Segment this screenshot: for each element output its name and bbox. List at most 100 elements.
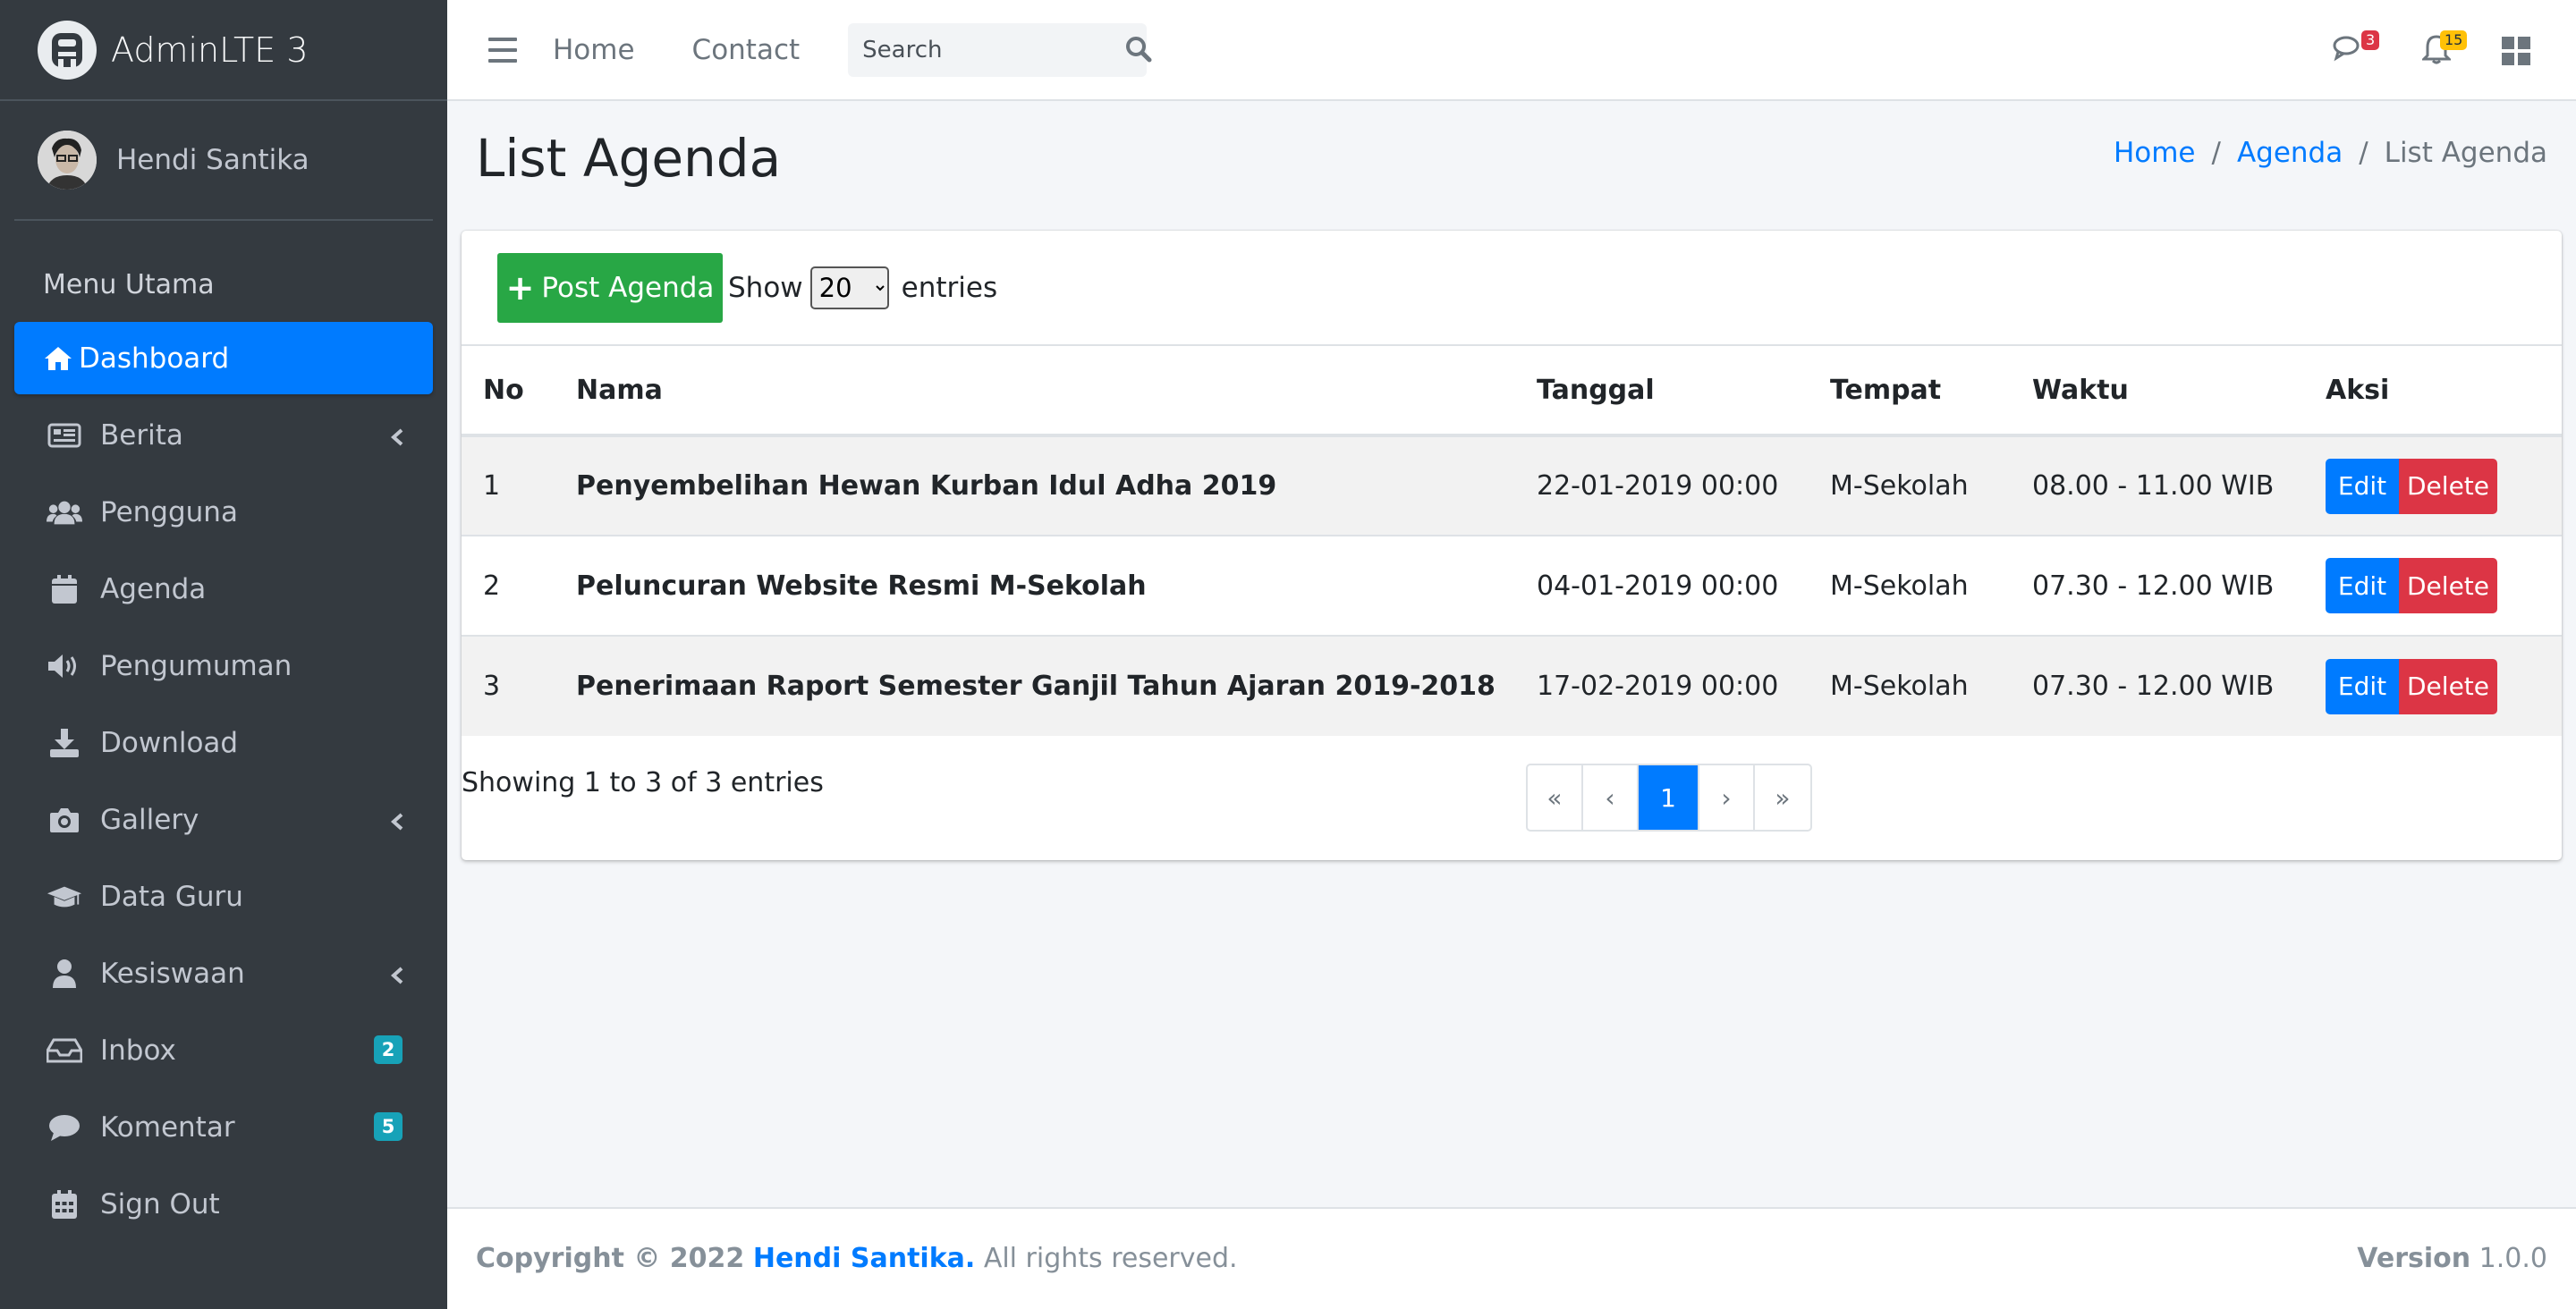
sidebar-item-label: Sign Out bbox=[100, 1187, 220, 1220]
edit-button[interactable]: Edit bbox=[2326, 658, 2399, 714]
sidebar-item-sign-out[interactable]: Sign Out bbox=[14, 1168, 433, 1240]
home-icon bbox=[43, 341, 73, 376]
sidebar-item-kesiswaan[interactable]: Kesiswaan bbox=[14, 937, 433, 1009]
users-icon bbox=[47, 494, 82, 530]
inbox-count-badge: 2 bbox=[374, 1035, 402, 1064]
notifications-badge: 15 bbox=[2440, 30, 2468, 50]
card-header: +Post Agenda Show 10 20 50 100 entries bbox=[462, 231, 2562, 346]
cell-tanggal: 22-01-2019 00:00 bbox=[1537, 470, 1779, 502]
column-header-tempat[interactable]: Tempat bbox=[1809, 346, 2011, 435]
camera-icon bbox=[47, 802, 82, 838]
inbox-icon bbox=[47, 1033, 82, 1068]
page-prev-button[interactable]: ‹ bbox=[1583, 765, 1639, 830]
chevron-left-icon bbox=[390, 422, 404, 454]
sidebar-item-label: Pengumuman bbox=[100, 649, 292, 682]
rights-text: All rights reserved. bbox=[983, 1243, 1238, 1274]
page-first-button[interactable]: « bbox=[1528, 765, 1583, 830]
user-panel[interactable]: Hendi Santika bbox=[14, 101, 433, 221]
delete-button[interactable]: Delete bbox=[2399, 658, 2497, 714]
delete-button[interactable]: Delete bbox=[2399, 558, 2497, 613]
show-label: Show bbox=[728, 271, 803, 304]
apps-grid-icon[interactable] bbox=[2501, 36, 2531, 72]
search-form bbox=[848, 22, 1152, 77]
entries-label: entries bbox=[901, 271, 998, 304]
sidebar-item-inbox[interactable]: Inbox 2 bbox=[14, 1014, 433, 1086]
cell-waktu: 08.00 - 11.00 WIB bbox=[2032, 470, 2275, 502]
cell-tempat: M-Sekolah bbox=[1830, 570, 1969, 602]
author-link[interactable]: Hendi Santika. bbox=[753, 1243, 975, 1274]
chevron-left-icon bbox=[390, 807, 404, 839]
cell-tempat: M-Sekolah bbox=[1830, 671, 1969, 702]
breadcrumb: Home / Agenda / List Agenda bbox=[2114, 137, 2547, 169]
download-icon bbox=[47, 725, 82, 761]
breadcrumb-agenda[interactable]: Agenda bbox=[2237, 137, 2343, 169]
nav-link-home[interactable]: Home bbox=[553, 34, 635, 66]
nav-link-contact[interactable]: Contact bbox=[692, 34, 801, 66]
table-info: Showing 1 to 3 of 3 entries bbox=[462, 767, 824, 798]
cell-waktu: 07.30 - 12.00 WIB bbox=[2032, 671, 2275, 702]
sidebar-item-berita[interactable]: Berita bbox=[14, 399, 433, 471]
column-header-tanggal[interactable]: Tanggal bbox=[1515, 346, 1809, 435]
cell-nama: Peluncuran Website Resmi M-Sekolah bbox=[576, 570, 1147, 602]
cell-no: 3 bbox=[483, 671, 501, 702]
column-header-waktu[interactable]: Waktu bbox=[2011, 346, 2304, 435]
cell-aksi: Edit Delete bbox=[2304, 636, 2562, 736]
cell-aksi: Edit Delete bbox=[2304, 536, 2562, 636]
version-info: Version 1.0.0 bbox=[2357, 1243, 2547, 1274]
sidebar-item-label: Gallery bbox=[100, 803, 199, 836]
sidebar-item-label: Pengguna bbox=[100, 495, 238, 528]
user-icon bbox=[47, 956, 82, 992]
sidebar-item-pengumuman[interactable]: Pengumuman bbox=[14, 629, 433, 702]
sidebar-item-label: Berita bbox=[100, 418, 183, 452]
sidebar-item-label: Agenda bbox=[100, 572, 207, 605]
sidebar-item-label: Download bbox=[100, 726, 239, 759]
page-number-button[interactable]: 1 bbox=[1639, 765, 1699, 830]
sidebar-item-data-guru[interactable]: Data Guru bbox=[14, 860, 433, 933]
sidebar-item-download[interactable]: Download bbox=[14, 706, 433, 779]
sidebar-item-label: Kesiswaan bbox=[100, 957, 245, 990]
sidebar-item-dashboard[interactable]: Dashboard bbox=[14, 322, 433, 394]
chevron-left-icon bbox=[390, 960, 404, 992]
sidebar-item-gallery[interactable]: Gallery bbox=[14, 783, 433, 856]
column-header-nama[interactable]: Nama bbox=[555, 346, 1515, 435]
brand-link[interactable]: AdminLTE 3 bbox=[0, 0, 447, 101]
page-next-button[interactable]: › bbox=[1699, 765, 1755, 830]
page-length-select[interactable]: 10 20 50 100 bbox=[809, 266, 889, 309]
edit-button[interactable]: Edit bbox=[2326, 558, 2399, 613]
post-agenda-button[interactable]: + Post Agenda bbox=[497, 252, 723, 323]
version-number: 1.0.0 bbox=[2479, 1243, 2547, 1274]
post-agenda-label: Post Agenda bbox=[541, 271, 715, 304]
search-input[interactable] bbox=[862, 36, 1096, 63]
volume-icon bbox=[47, 648, 82, 684]
table-row: 3 Penerimaan Raport Semester Ganjil Tahu… bbox=[462, 636, 2562, 736]
column-header-no[interactable]: No bbox=[462, 346, 555, 435]
breadcrumb-home[interactable]: Home bbox=[2114, 137, 2196, 169]
search-icon[interactable] bbox=[1125, 36, 1152, 69]
sidebar-item-komentar[interactable]: Komentar 5 bbox=[14, 1091, 433, 1163]
cell-tempat: M-Sekolah bbox=[1830, 470, 1969, 502]
sidebar-item-label: Data Guru bbox=[100, 880, 243, 913]
plus-icon: + bbox=[505, 267, 535, 308]
page-title: List Agenda bbox=[476, 128, 782, 189]
sidebar-item-agenda[interactable]: Agenda bbox=[14, 553, 433, 625]
cell-nama: Penerimaan Raport Semester Ganjil Tahun … bbox=[576, 671, 1496, 702]
calendar-grid-icon bbox=[47, 1187, 82, 1222]
cell-tanggal: 17-02-2019 00:00 bbox=[1537, 671, 1779, 702]
edit-button[interactable]: Edit bbox=[2326, 458, 2399, 514]
page-last-button[interactable]: » bbox=[1755, 765, 1810, 830]
cell-aksi: Edit Delete bbox=[2304, 435, 2562, 536]
brand-logo-icon bbox=[38, 20, 97, 80]
graduation-cap-icon bbox=[47, 879, 82, 915]
sidebar-item-label: Komentar bbox=[100, 1111, 235, 1144]
cell-waktu: 07.30 - 12.00 WIB bbox=[2032, 570, 2275, 602]
version-label: Version bbox=[2357, 1243, 2471, 1274]
agenda-table: No Nama Tanggal Tempat Waktu Aksi 1 Peny… bbox=[462, 346, 2562, 736]
sidebar-menu-header: Menu Utama bbox=[43, 269, 215, 300]
cell-tanggal: 04-01-2019 00:00 bbox=[1537, 570, 1779, 602]
table-row: 2 Peluncuran Website Resmi M-Sekolah 04-… bbox=[462, 536, 2562, 636]
menu-toggle-icon[interactable] bbox=[488, 37, 517, 63]
delete-button[interactable]: Delete bbox=[2399, 458, 2497, 514]
sidebar-item-pengguna[interactable]: Pengguna bbox=[14, 476, 433, 548]
calendar-icon bbox=[47, 571, 82, 607]
pagination: « ‹ 1 › » bbox=[1526, 764, 1812, 832]
